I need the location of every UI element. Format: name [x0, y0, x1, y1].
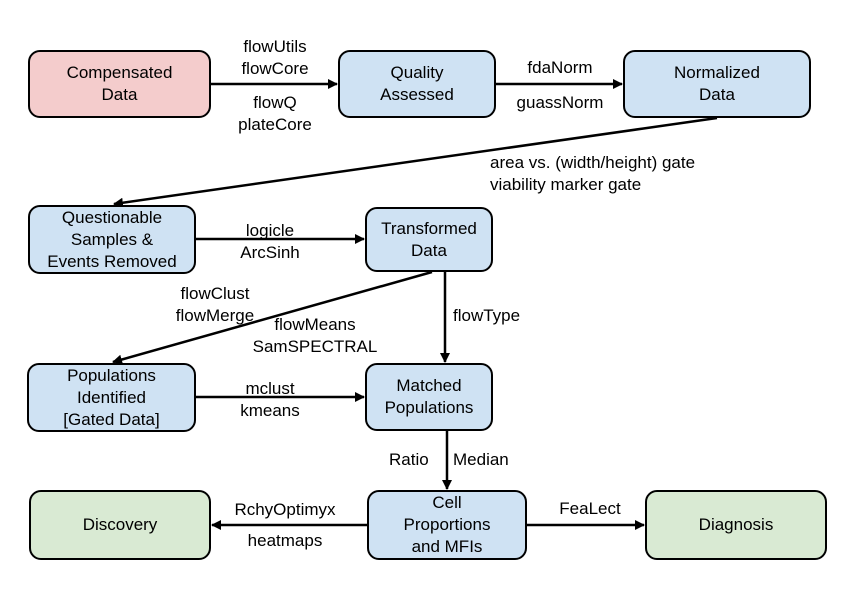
node-normalized-data: Normalized Data — [623, 50, 811, 118]
label-fealect: FeaLect — [559, 499, 621, 518]
label-heatmaps: heatmaps — [247, 531, 323, 550]
label-gates: area vs. (width/height) gate viability m… — [490, 153, 696, 194]
node-populations-identified: Populations Identified [Gated Data] — [27, 363, 196, 432]
node-compensated-data: Compensated Data — [28, 50, 211, 118]
label-guassnorm: guassNorm — [516, 93, 604, 112]
node-transformed-data: Transformed Data — [365, 207, 493, 272]
label-flowutils-flowcore: flowUtils flowCore — [241, 37, 309, 78]
label-flowtype: flowType — [453, 306, 521, 325]
label-mclust-kmeans: mclust kmeans — [240, 379, 300, 420]
node-questionable-samples: Questionable Samples & Events Removed — [28, 205, 196, 274]
node-quality-assessed: Quality Assessed — [338, 50, 496, 118]
label-ratio: Ratio — [389, 450, 429, 469]
label-flowmeans-samspectral: flowMeans SamSPECTRAL — [252, 315, 378, 356]
node-diagnosis: Diagnosis — [645, 490, 827, 560]
node-matched-populations: Matched Populations — [365, 363, 493, 431]
label-fdanorm: fdaNorm — [527, 58, 593, 77]
label-flowq-platecore: flowQ plateCore — [238, 93, 312, 134]
node-discovery: Discovery — [29, 490, 211, 560]
label-logicle-arcsinh: logicle ArcSinh — [240, 221, 300, 262]
label-rchyoptimyx: RchyOptimyx — [234, 500, 336, 519]
node-cell-proportions: Cell Proportions and MFIs — [367, 490, 527, 560]
label-median: Median — [453, 450, 509, 469]
